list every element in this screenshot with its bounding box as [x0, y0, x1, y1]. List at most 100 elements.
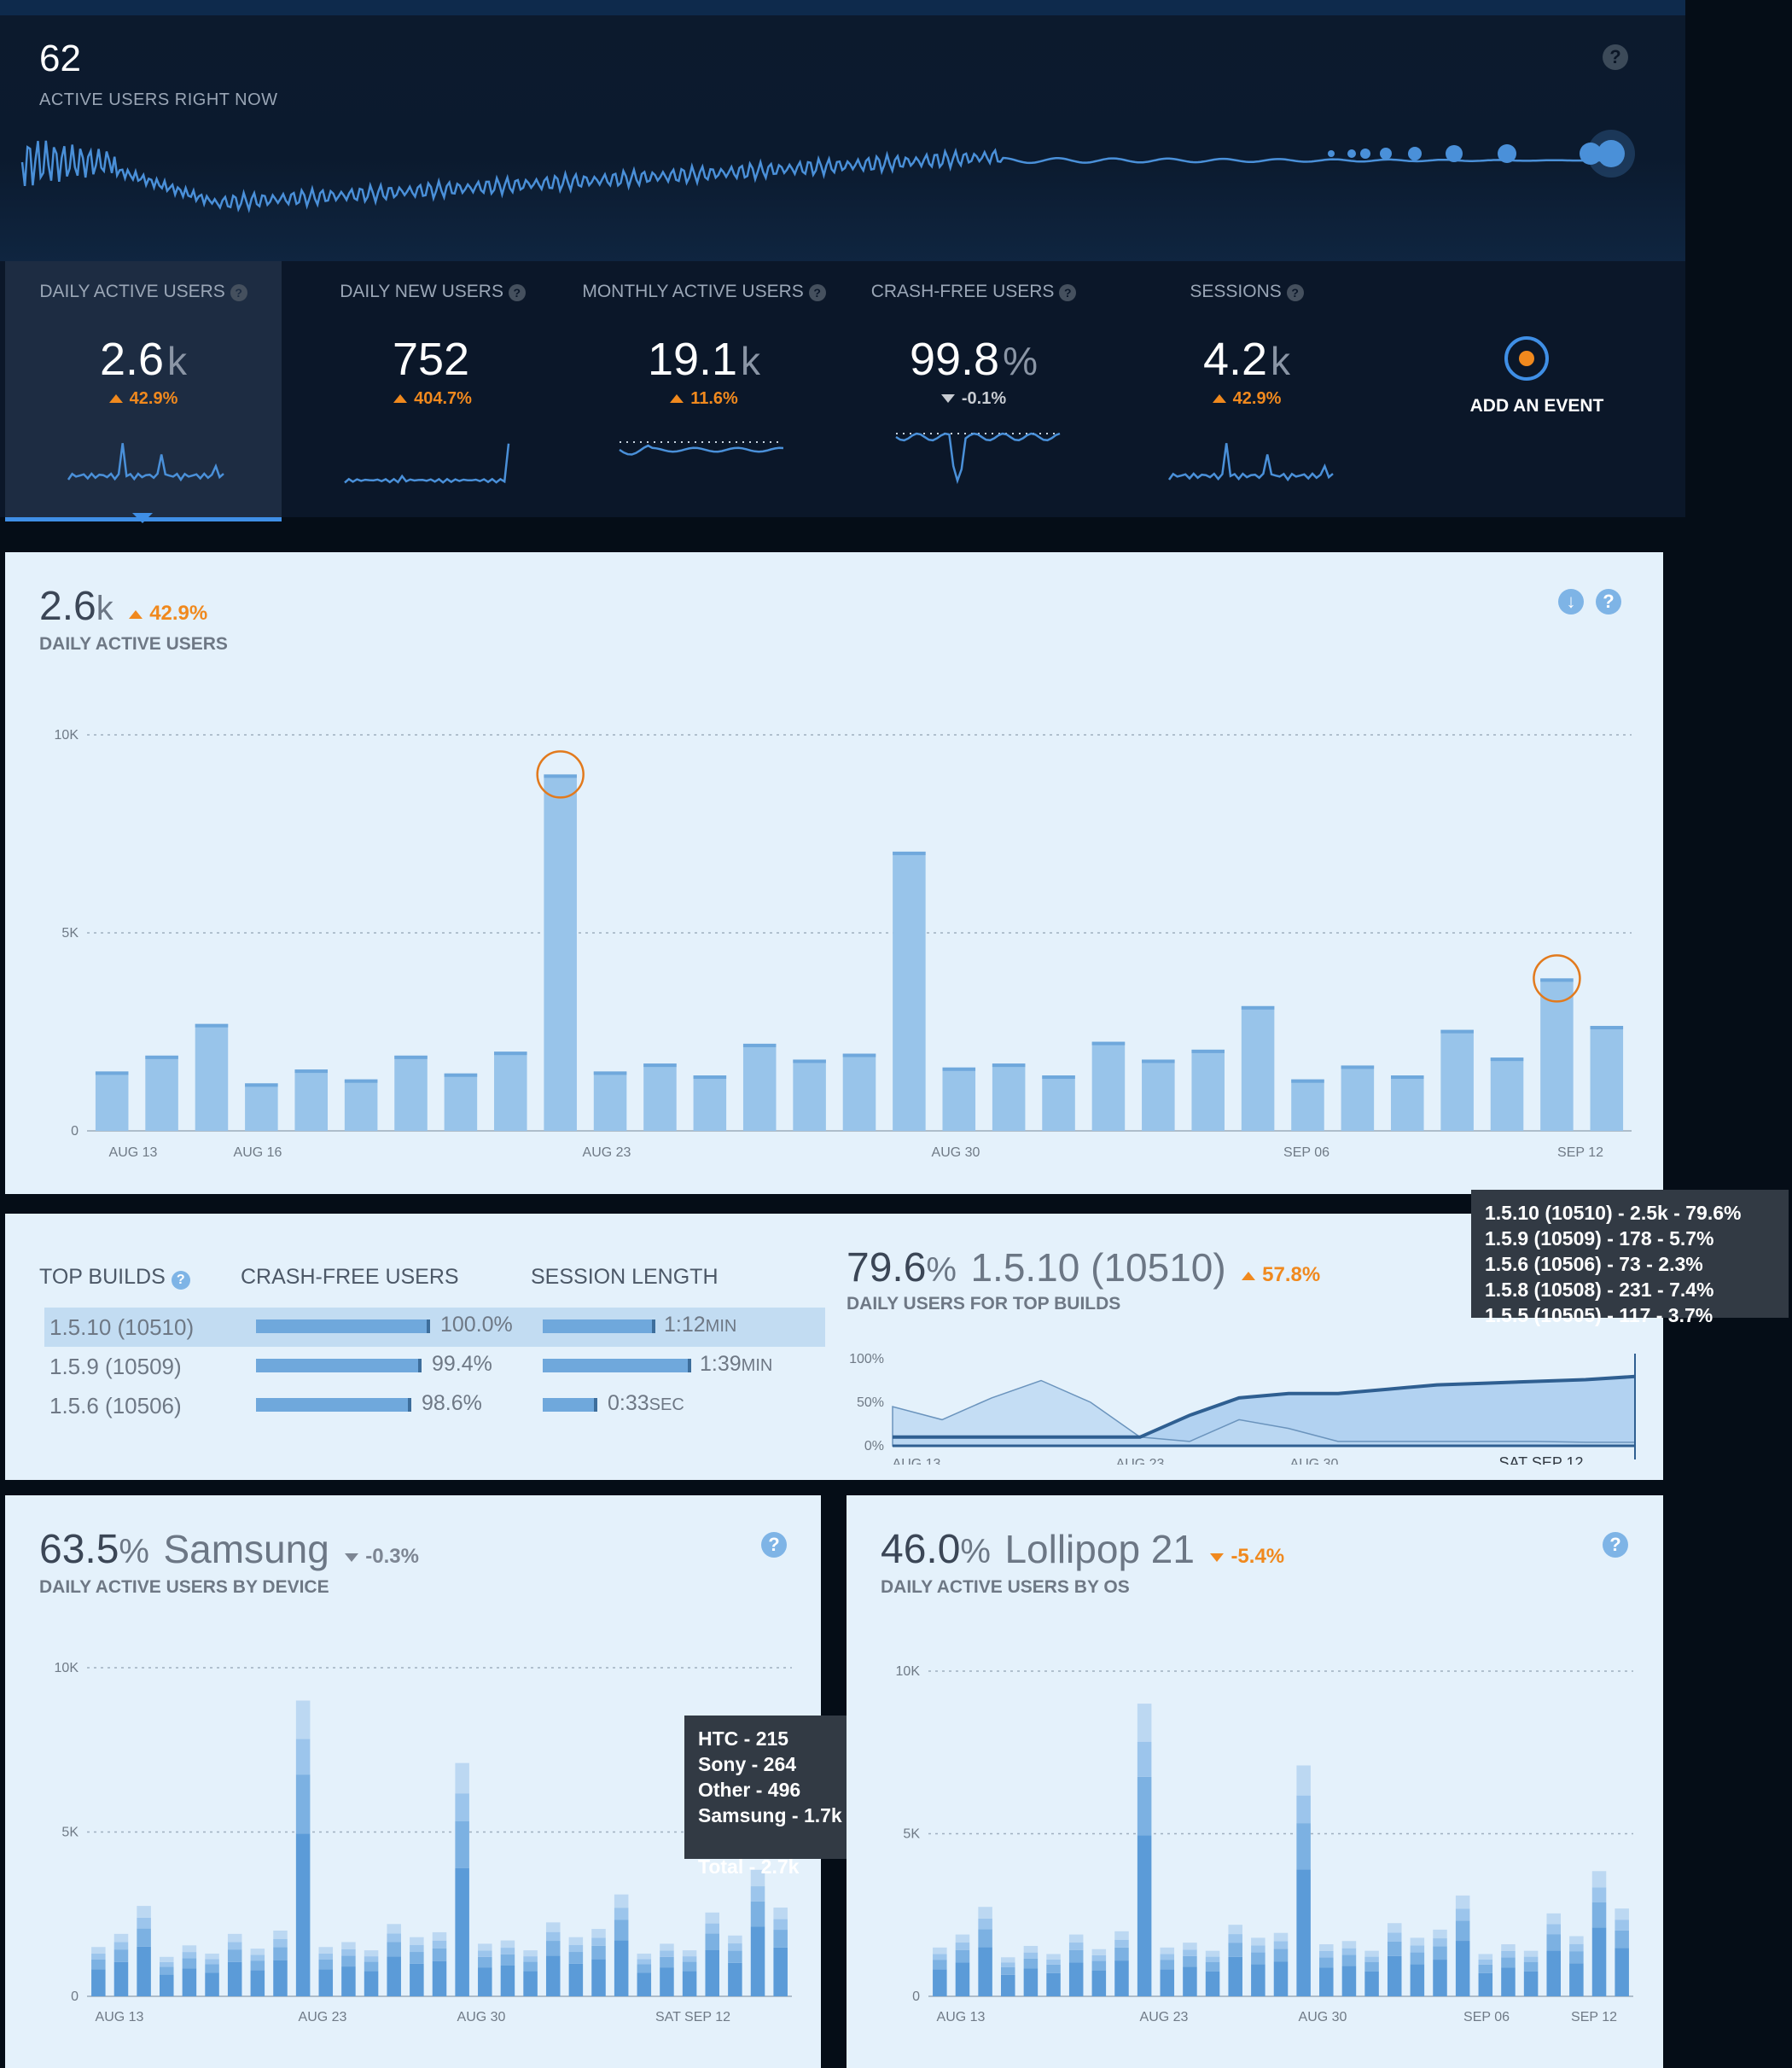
question-circle-icon[interactable]: ?	[230, 284, 247, 301]
bar-segment	[933, 1947, 947, 1954]
bar-segment	[387, 1924, 401, 1934]
bar-segment	[91, 1969, 106, 1996]
crash-free-bar	[256, 1398, 411, 1412]
bar-segment	[1364, 1950, 1379, 1957]
metric-sparkline	[895, 432, 1061, 485]
question-circle-icon[interactable]: ?	[1603, 44, 1628, 70]
bar-segment	[545, 1931, 561, 1942]
bar	[1191, 1049, 1225, 1131]
bar-segment	[1068, 1934, 1084, 1943]
bar-segment	[1341, 1941, 1357, 1949]
os-stacked-bar-chart: 0 5K 10K AUG 13 AUG 23 AUG 30 SEP 06 SEP 12	[896, 1664, 1633, 2024]
question-circle-icon[interactable]: ?	[808, 284, 826, 301]
bar-cap	[195, 1023, 229, 1028]
bar-segment	[387, 1942, 401, 1957]
bar-segment	[614, 1940, 629, 1996]
bar-segment	[455, 1867, 469, 1996]
bar-segment	[1114, 1939, 1129, 1948]
question-circle-icon[interactable]: ?	[171, 1271, 190, 1290]
bar-segment	[1364, 1961, 1379, 1972]
bar	[494, 1051, 527, 1131]
bar-segment	[1615, 1948, 1629, 1996]
bar-segment	[1591, 1902, 1607, 1928]
y-tick-label: 10K	[896, 1664, 921, 1679]
tooltip-line: Other - 496	[698, 1779, 801, 1801]
bar-segment	[250, 1954, 265, 1961]
tooltip-line: 1.5.9 (10509) - 178 - 5.7%	[1485, 1227, 1714, 1250]
bar-segment	[773, 1919, 788, 1931]
bar-segment	[295, 1833, 311, 1996]
x-tick-label: AUG 30	[457, 2010, 506, 2024]
bar-segment	[1591, 1871, 1607, 1888]
bar	[195, 1023, 229, 1131]
metric-daily-new-users[interactable]: DAILY NEW USERS ? 752 404.7%	[292, 261, 573, 517]
bar-segment	[250, 1960, 265, 1971]
bar-segment	[637, 1964, 652, 1973]
bar-segment	[1591, 1887, 1607, 1902]
bar-segment	[1546, 1950, 1562, 1996]
bar-segment	[113, 1933, 129, 1943]
bar-segment	[500, 1954, 515, 1966]
bar-segment	[1455, 1895, 1470, 1909]
bar-segment	[682, 1971, 697, 1996]
metric-monthly-active-users[interactable]: MONTHLY ACTIVE USERS ? 19.1k 11.6%	[563, 261, 845, 517]
question-circle-icon[interactable]: ?	[1286, 284, 1304, 301]
bar-segment	[182, 1958, 197, 1969]
metric-label: SESSIONS	[1190, 282, 1282, 301]
crash-free-bar	[256, 1359, 422, 1372]
dau-panel: 2.6k 42.9% DAILY ACTIVE USERS ↓ ? 0 5K 10K…	[5, 552, 1663, 1194]
bar-segment	[705, 1950, 720, 1996]
metric-sessions[interactable]: SESSIONS ? 4.2k 42.9%	[1106, 261, 1388, 517]
dau-bar-chart: 0 5K 10K AUG 13 AUG 16 AUG 23 AUG 30 SEP 06 SEP …	[55, 728, 1632, 1160]
metric-label: DAILY NEW USERS	[340, 282, 503, 301]
bar-segment	[137, 1928, 151, 1947]
metric-value: 4.2	[1202, 334, 1268, 385]
bar-segment	[1569, 1936, 1584, 1944]
bar-segment	[1251, 1964, 1265, 1996]
build-row[interactable]: 1.5.6 (10506) 98.6% 0:33SEC	[44, 1386, 825, 1425]
y-tick-label: 10K	[55, 1661, 79, 1675]
bar-segment	[1319, 1967, 1334, 1996]
tooltip-line: Total - 2.7k	[698, 1855, 800, 1878]
question-circle-icon[interactable]: ?	[1059, 284, 1077, 301]
bar-segment	[432, 1960, 447, 1996]
question-circle-icon[interactable]: ?	[508, 284, 526, 301]
x-tick-label: AUG 16	[234, 1145, 282, 1160]
bar-segment	[1501, 1957, 1516, 1968]
bar-segment	[1228, 1943, 1242, 1957]
x-tick-label: AUG 13	[893, 1457, 941, 1465]
bar-segment	[113, 1949, 129, 1962]
bar-segment	[682, 1956, 697, 1962]
x-tick-label: AUG 13	[109, 1145, 158, 1160]
bar-segment	[933, 1954, 947, 1960]
build-row[interactable]: 1.5.10 (10510) 100.0% 1:12MIN	[44, 1308, 825, 1347]
bar-segment	[1387, 1923, 1402, 1933]
build-row[interactable]: 1.5.9 (10509) 99.4% 1:39MIN	[44, 1347, 825, 1386]
bar-segment	[273, 1947, 288, 1960]
bar-segment	[955, 1934, 970, 1943]
bar	[394, 1055, 428, 1131]
bar-cap	[842, 1053, 876, 1057]
bar-segment	[705, 1933, 720, 1951]
metric-delta: 42.9%	[129, 389, 178, 408]
metric-crash-free-users[interactable]: CRASH-FREE USERS ? 99.8% -0.1%	[833, 261, 1114, 517]
bar-cap	[742, 1043, 777, 1047]
crash-free-value: 100.0%	[440, 1313, 513, 1337]
bar-segment	[227, 1942, 242, 1950]
bar-segment	[978, 1918, 992, 1930]
bar-segment	[318, 1959, 334, 1970]
bar-segment	[1273, 1932, 1289, 1942]
metric-daily-active-users[interactable]: DAILY ACTIVE USERS ? 2.6k 42.9%	[5, 261, 282, 523]
bar-segment	[227, 1949, 242, 1962]
bar-segment	[728, 1943, 742, 1951]
bar-segment	[1205, 1961, 1220, 1972]
target-circle-icon	[1504, 336, 1549, 381]
add-event-button[interactable]: ADD AN EVENT	[1396, 261, 1678, 517]
tooltip-line: 1.5.8 (10508) - 231 - 7.4%	[1485, 1279, 1714, 1301]
bar-segment	[159, 1974, 174, 1996]
bar-segment	[1296, 1823, 1311, 1870]
bar-segment	[750, 1886, 765, 1902]
bar-cap	[643, 1063, 677, 1068]
bar	[344, 1079, 378, 1131]
bar-segment	[500, 1948, 515, 1954]
